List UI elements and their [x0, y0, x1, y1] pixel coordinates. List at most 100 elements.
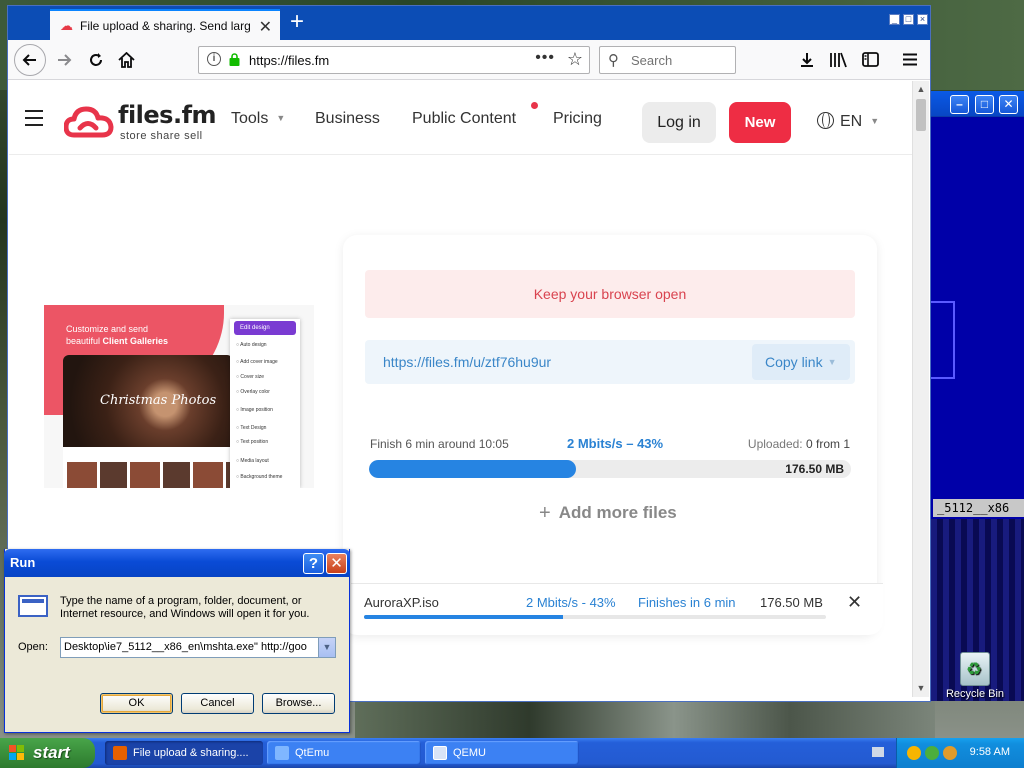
ad-panel-item: Image position [236, 407, 273, 413]
home-icon [117, 51, 135, 68]
browse-button[interactable]: Browse... [262, 693, 335, 714]
taskbar-item-firefox[interactable]: File upload & sharing.... [105, 741, 263, 765]
cancel-upload-icon[interactable]: ✕ [847, 592, 862, 613]
ad-panel-item: Text position [236, 439, 268, 445]
library-button[interactable] [824, 46, 852, 74]
search-tray-icon[interactable] [943, 746, 957, 760]
keyboard-icon[interactable] [872, 747, 884, 757]
security-icon[interactable] [925, 746, 939, 760]
maximize-button[interactable]: □ [975, 95, 994, 114]
qemu-titlebar[interactable]: – □ ✕ [931, 91, 1024, 117]
open-label: Open: [18, 641, 48, 653]
upload-speed: 2 Mbits/s – 43% [567, 436, 664, 451]
url-bar[interactable]: i https://files.fm ••• ☆ [198, 46, 590, 74]
start-label: start [33, 743, 70, 762]
files-fm-logo[interactable]: files.fm store share sell [64, 101, 217, 142]
language-selector[interactable]: EN ▼ [817, 112, 879, 131]
ad-headline-line1: Customize and send [66, 324, 149, 334]
search-placeholder[interactable]: Search [631, 53, 672, 68]
open-menu-button[interactable] [896, 46, 924, 74]
file-progress-fill [364, 615, 563, 619]
progress-info: Finish 6 min around 10:05 2 Mbits/s – 43… [370, 436, 850, 452]
forward-button[interactable] [50, 46, 78, 74]
share-url[interactable]: https://files.fm/u/ztf76hu9ur [383, 354, 551, 370]
open-combobox[interactable]: Desktop\ie7_5112__x86_en\mshta.exe" http… [60, 637, 336, 658]
recycle-bin-label: Recycle Bin [945, 688, 1005, 700]
login-button[interactable]: Log in [642, 102, 716, 143]
url-text[interactable]: https://files.fm [249, 53, 329, 68]
scroll-down-icon[interactable]: ▼ [915, 683, 927, 693]
run-dialog-title: Run [10, 555, 36, 570]
notification-dot [531, 102, 538, 109]
close-button[interactable]: ✕ [999, 95, 1018, 114]
reload-button[interactable] [82, 46, 110, 74]
file-finish-time: Finishes in 6 min [638, 595, 736, 610]
nav-business[interactable]: Business [315, 110, 380, 128]
start-button[interactable]: start [0, 738, 95, 768]
taskbar-item-qemu[interactable]: QEMU [425, 741, 579, 765]
cancel-button[interactable]: Cancel [181, 693, 254, 714]
ad-panel-item: Background theme [236, 474, 282, 480]
run-dialog-titlebar[interactable]: Run ? ✕ [4, 549, 350, 577]
taskbar-item-label: QtEmu [295, 747, 330, 759]
share-link-box: https://files.fm/u/ztf76hu9ur Copy link ▼ [365, 340, 855, 384]
nav-pricing[interactable]: Pricing [553, 110, 602, 128]
tab-strip: ☁ File upload & sharing. Send large p ✕ … [8, 6, 930, 40]
ad-design-panel: Edit design Auto design Add cover image … [230, 319, 300, 488]
window-close-button[interactable]: × [917, 14, 928, 25]
tab-title: File upload & sharing. Send large p [80, 19, 250, 33]
add-more-files-button[interactable]: + Add more files [539, 502, 677, 525]
file-speed: 2 Mbits/s - 43% [526, 595, 616, 610]
downloads-button[interactable] [793, 46, 821, 74]
qtemu-icon [275, 746, 289, 760]
search-bar[interactable]: ⚲ Search [599, 46, 736, 74]
file-progress-bar [364, 615, 826, 619]
close-button[interactable]: ✕ [326, 553, 347, 574]
new-tab-button[interactable]: + [280, 6, 314, 40]
files-fm-favicon-icon: ☁ [60, 18, 73, 33]
info-icon[interactable]: i [207, 52, 221, 66]
sidebar-button[interactable] [856, 46, 884, 74]
new-button[interactable]: New [729, 102, 791, 143]
back-button[interactable] [14, 44, 46, 76]
tab-close-icon[interactable]: ✕ [259, 17, 272, 37]
network-icon[interactable] [907, 746, 921, 760]
file-size: 176.50 MB [760, 595, 823, 610]
bookmark-star-icon[interactable]: ☆ [567, 49, 583, 70]
menu-icon [903, 53, 917, 66]
forward-icon [58, 54, 72, 66]
client-galleries-ad[interactable]: Customize and send beautiful Client Gall… [44, 305, 314, 488]
taskbar: start File upload & sharing.... QtEmu QE… [0, 738, 1024, 768]
ad-panel-item: Media layout [236, 458, 268, 464]
plus-icon: + [539, 502, 551, 524]
page-actions-icon[interactable]: ••• [535, 49, 555, 67]
window-minimize-button[interactable]: _ [889, 14, 900, 25]
qemu-window[interactable]: – □ ✕ _5112__x86 [929, 91, 1024, 701]
copy-link-button[interactable]: Copy link ▼ [752, 344, 850, 380]
taskbar-item-qtemu[interactable]: QtEmu [267, 741, 421, 765]
windows-flag-icon [9, 745, 26, 761]
dropdown-arrow-icon[interactable]: ▼ [318, 638, 335, 657]
recycle-bin[interactable]: Recycle Bin [944, 652, 1006, 700]
site-menu-icon[interactable] [25, 110, 43, 126]
back-icon [22, 54, 36, 66]
qemu-frame [931, 301, 955, 379]
ad-thumbnails [67, 462, 233, 488]
window-maximize-button[interactable]: □ [903, 14, 914, 25]
nav-public-content[interactable]: Public Content [412, 110, 516, 128]
scroll-up-icon[interactable]: ▲ [915, 84, 927, 94]
ad-headline-line2-pre: beautiful [66, 336, 103, 346]
tab-files-fm[interactable]: ☁ File upload & sharing. Send large p ✕ [50, 9, 280, 40]
site-header: files.fm store share sell Tools ▼ Busines… [9, 81, 912, 155]
scrollbar-thumb[interactable] [916, 99, 926, 131]
nav-tools[interactable]: Tools ▼ [231, 110, 285, 128]
file-upload-row: AuroraXP.iso 2 Mbits/s - 43% Finishes in… [351, 583, 883, 635]
page-scrollbar[interactable]: ▲ ▼ [912, 81, 929, 697]
open-input-value[interactable]: Desktop\ie7_5112__x86_en\mshta.exe" http… [64, 641, 316, 653]
home-button[interactable] [112, 46, 140, 74]
minimize-button[interactable]: – [950, 95, 969, 114]
help-button[interactable]: ? [303, 553, 324, 574]
ok-button[interactable]: OK [100, 693, 173, 714]
uploaded-value: 0 from 1 [805, 437, 850, 451]
keep-browser-open-notice: Keep your browser open [365, 270, 855, 318]
